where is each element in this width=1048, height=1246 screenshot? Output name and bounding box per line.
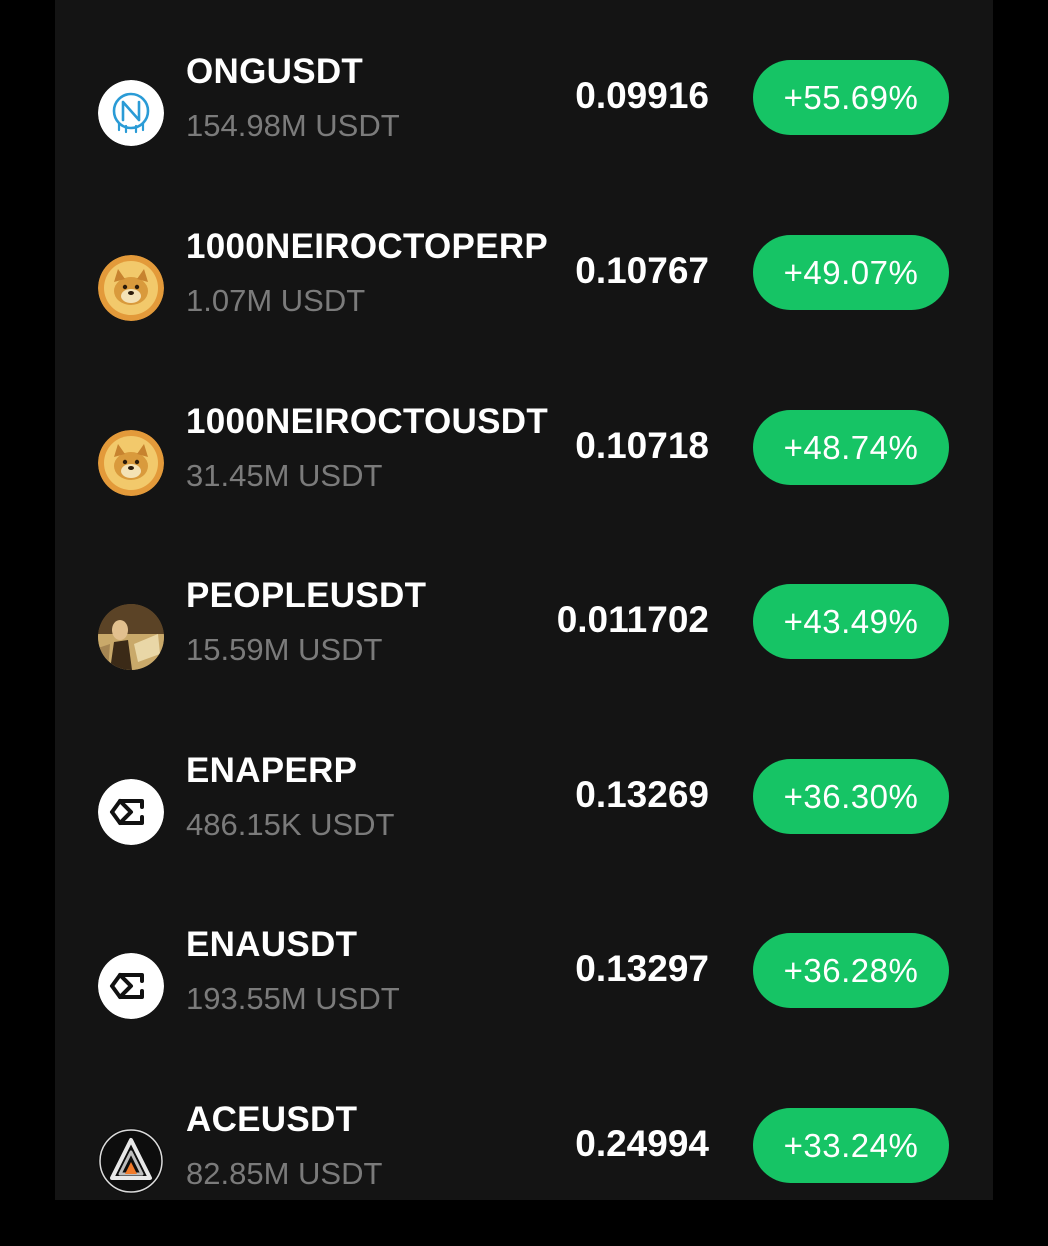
- ethena-icon: [98, 779, 164, 845]
- market-list: ONGUSDT 154.98M USDT 0.09916 +55.69% 100…: [55, 0, 993, 1200]
- ont-gas-icon: [98, 80, 164, 146]
- market-price: 0.13297: [575, 948, 709, 989]
- neiro-dog-icon: [98, 430, 164, 496]
- people-portrait-icon: [98, 604, 164, 670]
- market-price: 0.011702: [556, 599, 709, 640]
- market-volume: 31.45M USDT: [186, 458, 383, 493]
- market-price: 0.09916: [575, 75, 709, 116]
- ace-triangle-icon: [98, 1128, 164, 1194]
- market-volume: 1.07M USDT: [186, 283, 366, 318]
- market-row-enausdt[interactable]: ENAUSDT 193.55M USDT 0.13297 +36.28%: [55, 921, 993, 1071]
- change-badge[interactable]: +43.49%: [753, 584, 949, 659]
- change-badge[interactable]: +55.69%: [753, 60, 949, 135]
- neiro-dog-icon: [98, 255, 164, 321]
- market-symbol: 1000NEIROCTOPERP: [186, 227, 549, 266]
- market-symbol: ENAPERP: [186, 751, 358, 790]
- market-price: 0.10718: [575, 425, 709, 466]
- change-badge[interactable]: +33.24%: [753, 1108, 949, 1183]
- change-badge[interactable]: +49.07%: [753, 235, 949, 310]
- market-symbol: PEOPLEUSDT: [186, 576, 427, 615]
- change-badge[interactable]: +36.30%: [753, 759, 949, 834]
- ethena-icon: [98, 953, 164, 1019]
- market-volume: 15.59M USDT: [186, 632, 383, 667]
- change-badge[interactable]: +48.74%: [753, 410, 949, 485]
- market-volume: 193.55M USDT: [186, 981, 400, 1016]
- market-row-1000neiroctousdt[interactable]: 1000NEIROCTOUSDT 31.45M USDT 0.10718 +48…: [55, 398, 993, 548]
- market-volume: 154.98M USDT: [186, 108, 400, 143]
- market-row-1000neiroctoperp[interactable]: 1000NEIROCTOPERP 1.07M USDT 0.10767 +49.…: [55, 223, 993, 373]
- market-row-ongusdt[interactable]: ONGUSDT 154.98M USDT 0.09916 +55.69%: [55, 48, 993, 198]
- market-row-aceusdt[interactable]: ACEUSDT 82.85M USDT 0.24994 +33.24%: [55, 1096, 993, 1246]
- market-volume: 82.85M USDT: [186, 1156, 383, 1191]
- market-volume: 486.15K USDT: [186, 807, 395, 842]
- market-price: 0.24994: [575, 1123, 709, 1164]
- market-price: 0.10767: [575, 250, 709, 291]
- market-symbol: 1000NEIROCTOUSDT: [186, 402, 549, 441]
- market-row-enaperp[interactable]: ENAPERP 486.15K USDT 0.13269 +36.30%: [55, 747, 993, 897]
- market-row-peopleusdt[interactable]: PEOPLEUSDT 15.59M USDT 0.011702 +43.49%: [55, 572, 993, 722]
- market-symbol: ACEUSDT: [186, 1100, 358, 1139]
- change-badge[interactable]: +36.28%: [753, 933, 949, 1008]
- market-price: 0.13269: [575, 774, 709, 815]
- market-symbol: ONGUSDT: [186, 52, 364, 91]
- market-symbol: ENAUSDT: [186, 925, 358, 964]
